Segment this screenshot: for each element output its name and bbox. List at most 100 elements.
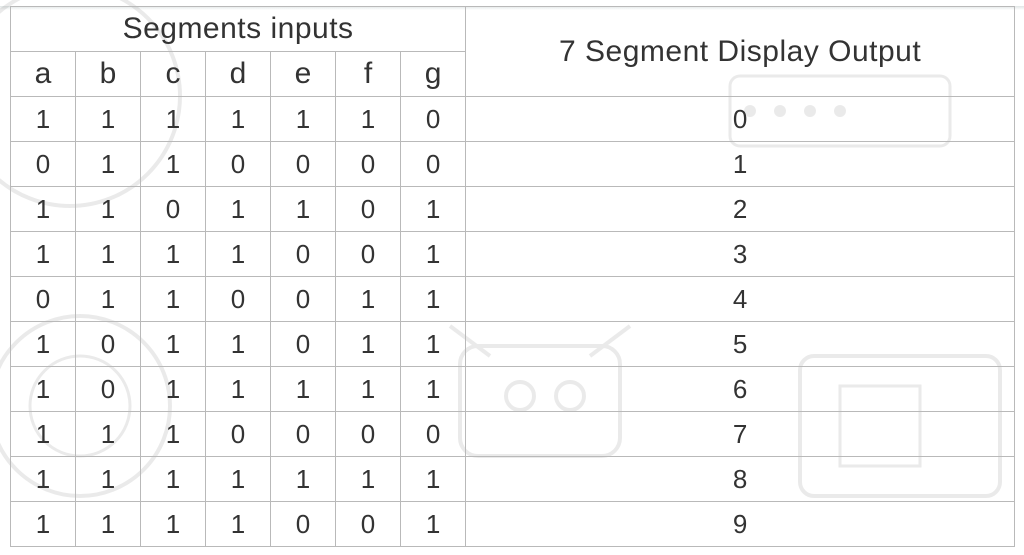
cell: 0 — [271, 142, 336, 187]
cell: 1 — [271, 367, 336, 412]
cell: 0 — [76, 367, 141, 412]
cell: 0 — [206, 277, 271, 322]
cell: 1 — [11, 412, 76, 457]
col-e: e — [271, 52, 336, 97]
cell: 1 — [76, 412, 141, 457]
cell: 1 — [11, 367, 76, 412]
output-cell: 3 — [466, 232, 1015, 277]
cell: 0 — [336, 142, 401, 187]
cell: 1 — [141, 277, 206, 322]
cell: 1 — [401, 502, 466, 547]
cell: 1 — [141, 412, 206, 457]
col-c: c — [141, 52, 206, 97]
table-row: 1 0 1 1 0 1 1 5 — [11, 322, 1015, 367]
cell: 1 — [76, 187, 141, 232]
cell: 1 — [336, 367, 401, 412]
cell: 0 — [271, 322, 336, 367]
table-row: 1 1 1 1 1 1 1 8 — [11, 457, 1015, 502]
cell: 0 — [401, 142, 466, 187]
cell: 1 — [141, 97, 206, 142]
cell: 1 — [11, 232, 76, 277]
cell: 1 — [141, 367, 206, 412]
seven-segment-truth-table: Segments inputs 7 Segment Display Output… — [10, 6, 1015, 547]
col-g: g — [401, 52, 466, 97]
segments-inputs-header: Segments inputs — [11, 7, 466, 52]
cell: 1 — [401, 277, 466, 322]
cell: 0 — [336, 412, 401, 457]
output-cell: 1 — [466, 142, 1015, 187]
cell: 1 — [141, 457, 206, 502]
cell: 1 — [141, 322, 206, 367]
cell: 1 — [141, 142, 206, 187]
output-cell: 6 — [466, 367, 1015, 412]
table-row: 1 1 1 1 0 0 1 3 — [11, 232, 1015, 277]
cell: 1 — [206, 322, 271, 367]
cell: 1 — [401, 322, 466, 367]
cell: 0 — [206, 142, 271, 187]
cell: 1 — [141, 502, 206, 547]
cell: 1 — [141, 232, 206, 277]
table-row: 1 1 1 0 0 0 0 7 — [11, 412, 1015, 457]
table-row: 0 1 1 0 0 1 1 4 — [11, 277, 1015, 322]
cell: 1 — [11, 457, 76, 502]
output-cell: 9 — [466, 502, 1015, 547]
table-row: 1 1 0 1 1 0 1 2 — [11, 187, 1015, 232]
output-cell: 5 — [466, 322, 1015, 367]
cell: 1 — [11, 322, 76, 367]
table-row: 0 1 1 0 0 0 0 1 — [11, 142, 1015, 187]
cell: 1 — [11, 502, 76, 547]
cell: 1 — [271, 457, 336, 502]
cell: 1 — [336, 322, 401, 367]
cell: 1 — [206, 97, 271, 142]
cell: 1 — [206, 502, 271, 547]
cell: 0 — [401, 412, 466, 457]
output-cell: 2 — [466, 187, 1015, 232]
output-cell: 4 — [466, 277, 1015, 322]
table-row: 1 1 1 1 1 1 0 0 — [11, 97, 1015, 142]
cell: 1 — [76, 142, 141, 187]
cell: 0 — [271, 502, 336, 547]
cell: 1 — [336, 277, 401, 322]
cell: 1 — [206, 457, 271, 502]
table-row: 1 0 1 1 1 1 1 6 — [11, 367, 1015, 412]
cell: 0 — [11, 277, 76, 322]
cell: 0 — [401, 97, 466, 142]
table-row: 1 1 1 1 0 0 1 9 — [11, 502, 1015, 547]
cell: 1 — [76, 277, 141, 322]
cell: 0 — [11, 142, 76, 187]
cell: 0 — [76, 322, 141, 367]
col-d: d — [206, 52, 271, 97]
output-cell: 8 — [466, 457, 1015, 502]
cell: 1 — [11, 187, 76, 232]
cell: 1 — [206, 232, 271, 277]
cell: 1 — [206, 187, 271, 232]
cell: 1 — [401, 232, 466, 277]
cell: 0 — [271, 232, 336, 277]
output-cell: 7 — [466, 412, 1015, 457]
cell: 1 — [76, 502, 141, 547]
cell: 1 — [401, 187, 466, 232]
cell: 0 — [206, 412, 271, 457]
col-b: b — [76, 52, 141, 97]
col-f: f — [336, 52, 401, 97]
cell: 1 — [11, 97, 76, 142]
cell: 1 — [401, 367, 466, 412]
cell: 1 — [336, 457, 401, 502]
cell: 0 — [336, 502, 401, 547]
display-output-header: 7 Segment Display Output — [466, 7, 1015, 97]
cell: 1 — [76, 97, 141, 142]
cell: 1 — [336, 97, 401, 142]
cell: 0 — [141, 187, 206, 232]
cell: 0 — [336, 187, 401, 232]
cell: 0 — [271, 412, 336, 457]
table-body: 1 1 1 1 1 1 0 0 0 1 1 0 0 0 0 1 1 1 — [11, 97, 1015, 547]
cell: 1 — [76, 457, 141, 502]
cell: 1 — [206, 367, 271, 412]
cell: 0 — [336, 232, 401, 277]
cell: 1 — [271, 97, 336, 142]
cell: 1 — [401, 457, 466, 502]
cell: 1 — [271, 187, 336, 232]
cell: 0 — [271, 277, 336, 322]
output-cell: 0 — [466, 97, 1015, 142]
table-header-row-1: Segments inputs 7 Segment Display Output — [11, 7, 1015, 52]
